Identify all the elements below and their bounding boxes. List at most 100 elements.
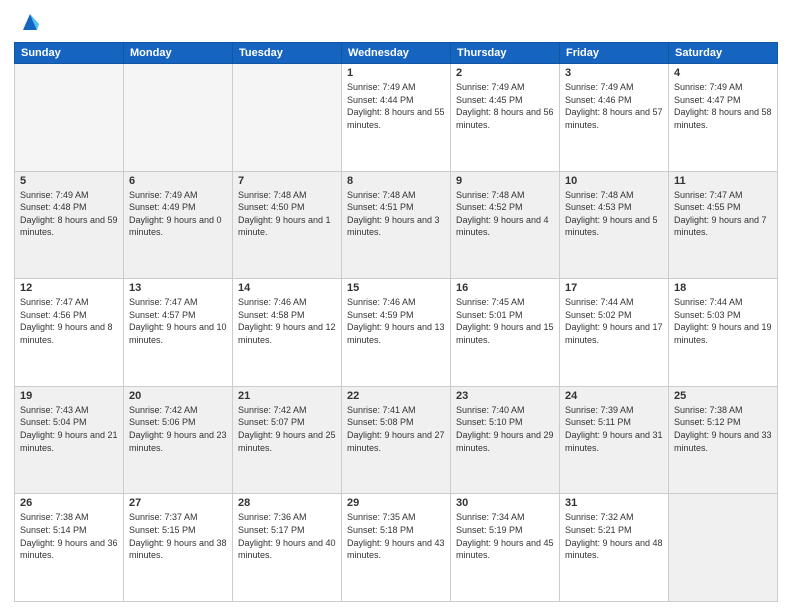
day-info: Sunrise: 7:32 AM Sunset: 5:21 PM Dayligh… xyxy=(565,511,663,561)
weekday-header-row: SundayMondayTuesdayWednesdayThursdayFrid… xyxy=(15,43,778,64)
day-number: 14 xyxy=(238,282,336,294)
page: SundayMondayTuesdayWednesdayThursdayFrid… xyxy=(0,0,792,612)
calendar-day-cell: 3 Sunrise: 7:49 AM Sunset: 4:46 PM Daylig… xyxy=(560,64,669,172)
day-info: Sunrise: 7:38 AM Sunset: 5:14 PM Dayligh… xyxy=(20,511,118,561)
weekday-header-friday: Friday xyxy=(560,43,669,64)
calendar-day-cell: 11Sunrise: 7:47 AM Sunset: 4:55 PM Dayli… xyxy=(669,171,778,279)
calendar-day-cell: 30 Sunrise: 7:34 AM Sunset: 5:19 PM Dayli… xyxy=(451,494,560,602)
weekday-header-monday: Monday xyxy=(124,43,233,64)
day-info: Sunrise: 7:46 AM Sunset: 4:59 PM Dayligh… xyxy=(347,296,445,346)
calendar-day-cell: 7 Sunrise: 7:48 AM Sunset: 4:50 PM Daylig… xyxy=(233,171,342,279)
day-number: 2 xyxy=(456,67,554,79)
day-number: 3 xyxy=(565,67,663,79)
calendar-day-cell: 19 Sunrise: 7:43 AM Sunset: 5:04 PM Dayli… xyxy=(15,386,124,494)
day-number: 23 xyxy=(456,390,554,402)
day-info: Sunrise: 7:49 AM Sunset: 4:49 PM Dayligh… xyxy=(129,189,227,239)
day-number: 18 xyxy=(674,282,772,294)
day-number: 6 xyxy=(129,175,227,187)
calendar-day-cell: 5 Sunrise: 7:49 AM Sunset: 4:48 PM Daylig… xyxy=(15,171,124,279)
calendar-day-cell: 14 Sunrise: 7:46 AM Sunset: 4:58 PM Dayli… xyxy=(233,279,342,387)
day-number: 24 xyxy=(565,390,663,402)
day-number: 7 xyxy=(238,175,336,187)
calendar-day-cell: 1 Sunrise: 7:49 AM Sunset: 4:44 PM Daylig… xyxy=(342,64,451,172)
header xyxy=(14,10,778,36)
day-number: 27 xyxy=(129,497,227,509)
weekday-header-wednesday: Wednesday xyxy=(342,43,451,64)
calendar-day-cell: 27 Sunrise: 7:37 AM Sunset: 5:15 PM Dayli… xyxy=(124,494,233,602)
day-number: 11 xyxy=(674,175,772,187)
day-info: Sunrise: 7:42 AM Sunset: 5:06 PM Dayligh… xyxy=(129,404,227,454)
day-info: Sunrise: 7:41 AM Sunset: 5:08 PM Dayligh… xyxy=(347,404,445,454)
day-number: 30 xyxy=(456,497,554,509)
day-number: 8 xyxy=(347,175,445,187)
day-info: Sunrise: 7:34 AM Sunset: 5:19 PM Dayligh… xyxy=(456,511,554,561)
weekday-header-thursday: Thursday xyxy=(451,43,560,64)
calendar-day-cell: 15 Sunrise: 7:46 AM Sunset: 4:59 PM Dayli… xyxy=(342,279,451,387)
day-number: 16 xyxy=(456,282,554,294)
calendar-day-cell: 22 Sunrise: 7:41 AM Sunset: 5:08 PM Dayli… xyxy=(342,386,451,494)
calendar-day-cell: 24 Sunrise: 7:39 AM Sunset: 5:11 PM Dayli… xyxy=(560,386,669,494)
day-info: Sunrise: 7:49 AM Sunset: 4:46 PM Dayligh… xyxy=(565,81,663,131)
calendar-day-cell: 16 Sunrise: 7:45 AM Sunset: 5:01 PM Dayli… xyxy=(451,279,560,387)
weekday-header-saturday: Saturday xyxy=(669,43,778,64)
day-info: Sunrise: 7:49 AM Sunset: 4:47 PM Dayligh… xyxy=(674,81,772,131)
day-number: 1 xyxy=(347,67,445,79)
calendar-day-cell xyxy=(669,494,778,602)
day-number: 22 xyxy=(347,390,445,402)
calendar-day-cell: 8 Sunrise: 7:48 AM Sunset: 4:51 PM Daylig… xyxy=(342,171,451,279)
calendar-day-cell: 13 Sunrise: 7:47 AM Sunset: 4:57 PM Dayli… xyxy=(124,279,233,387)
calendar-day-cell: 10Sunrise: 7:48 AM Sunset: 4:53 PM Dayli… xyxy=(560,171,669,279)
day-number: 15 xyxy=(347,282,445,294)
day-number: 29 xyxy=(347,497,445,509)
calendar-day-cell: 20 Sunrise: 7:42 AM Sunset: 5:06 PM Dayli… xyxy=(124,386,233,494)
calendar-day-cell: 25 Sunrise: 7:38 AM Sunset: 5:12 PM Dayli… xyxy=(669,386,778,494)
day-info: Sunrise: 7:48 AM Sunset: 4:53 PM Dayligh… xyxy=(565,189,663,239)
calendar-day-cell: 31 Sunrise: 7:32 AM Sunset: 5:21 PM Dayli… xyxy=(560,494,669,602)
day-info: Sunrise: 7:49 AM Sunset: 4:48 PM Dayligh… xyxy=(20,189,118,239)
day-number: 25 xyxy=(674,390,772,402)
day-info: Sunrise: 7:49 AM Sunset: 4:44 PM Dayligh… xyxy=(347,81,445,131)
day-number: 17 xyxy=(565,282,663,294)
day-number: 21 xyxy=(238,390,336,402)
calendar-day-cell: 4 Sunrise: 7:49 AM Sunset: 4:47 PM Daylig… xyxy=(669,64,778,172)
calendar-day-cell: 26Sunrise: 7:38 AM Sunset: 5:14 PM Dayli… xyxy=(15,494,124,602)
day-info: Sunrise: 7:48 AM Sunset: 4:52 PM Dayligh… xyxy=(456,189,554,239)
day-info: Sunrise: 7:42 AM Sunset: 5:07 PM Dayligh… xyxy=(238,404,336,454)
calendar-day-cell: 12Sunrise: 7:47 AM Sunset: 4:56 PM Dayli… xyxy=(15,279,124,387)
day-info: Sunrise: 7:46 AM Sunset: 4:58 PM Dayligh… xyxy=(238,296,336,346)
weekday-header-tuesday: Tuesday xyxy=(233,43,342,64)
day-number: 4 xyxy=(674,67,772,79)
calendar-day-cell xyxy=(15,64,124,172)
day-info: Sunrise: 7:36 AM Sunset: 5:17 PM Dayligh… xyxy=(238,511,336,561)
logo-icon xyxy=(17,10,43,36)
calendar-day-cell: 9Sunrise: 7:48 AM Sunset: 4:52 PM Daylig… xyxy=(451,171,560,279)
calendar-day-cell: 17 Sunrise: 7:44 AM Sunset: 5:02 PM Dayli… xyxy=(560,279,669,387)
calendar-day-cell: 28Sunrise: 7:36 AM Sunset: 5:17 PM Dayli… xyxy=(233,494,342,602)
day-info: Sunrise: 7:47 AM Sunset: 4:57 PM Dayligh… xyxy=(129,296,227,346)
calendar-day-cell: 23Sunrise: 7:40 AM Sunset: 5:10 PM Dayli… xyxy=(451,386,560,494)
calendar-day-cell: 6 Sunrise: 7:49 AM Sunset: 4:49 PM Daylig… xyxy=(124,171,233,279)
calendar-day-cell: 29Sunrise: 7:35 AM Sunset: 5:18 PM Dayli… xyxy=(342,494,451,602)
day-info: Sunrise: 7:38 AM Sunset: 5:12 PM Dayligh… xyxy=(674,404,772,454)
calendar-week-row: 1 Sunrise: 7:49 AM Sunset: 4:44 PM Daylig… xyxy=(15,64,778,172)
day-number: 12 xyxy=(20,282,118,294)
calendar-day-cell: 18 Sunrise: 7:44 AM Sunset: 5:03 PM Dayli… xyxy=(669,279,778,387)
day-info: Sunrise: 7:49 AM Sunset: 4:45 PM Dayligh… xyxy=(456,81,554,131)
day-info: Sunrise: 7:45 AM Sunset: 5:01 PM Dayligh… xyxy=(456,296,554,346)
day-info: Sunrise: 7:39 AM Sunset: 5:11 PM Dayligh… xyxy=(565,404,663,454)
day-number: 5 xyxy=(20,175,118,187)
day-info: Sunrise: 7:37 AM Sunset: 5:15 PM Dayligh… xyxy=(129,511,227,561)
day-number: 13 xyxy=(129,282,227,294)
day-info: Sunrise: 7:44 AM Sunset: 5:02 PM Dayligh… xyxy=(565,296,663,346)
day-number: 31 xyxy=(565,497,663,509)
day-number: 19 xyxy=(20,390,118,402)
weekday-header-sunday: Sunday xyxy=(15,43,124,64)
calendar-week-row: 19 Sunrise: 7:43 AM Sunset: 5:04 PM Dayli… xyxy=(15,386,778,494)
calendar-day-cell: 21 Sunrise: 7:42 AM Sunset: 5:07 PM Dayli… xyxy=(233,386,342,494)
day-info: Sunrise: 7:48 AM Sunset: 4:50 PM Dayligh… xyxy=(238,189,336,239)
day-number: 20 xyxy=(129,390,227,402)
day-info: Sunrise: 7:43 AM Sunset: 5:04 PM Dayligh… xyxy=(20,404,118,454)
day-info: Sunrise: 7:48 AM Sunset: 4:51 PM Dayligh… xyxy=(347,189,445,239)
calendar-week-row: 26Sunrise: 7:38 AM Sunset: 5:14 PM Dayli… xyxy=(15,494,778,602)
day-info: Sunrise: 7:44 AM Sunset: 5:03 PM Dayligh… xyxy=(674,296,772,346)
